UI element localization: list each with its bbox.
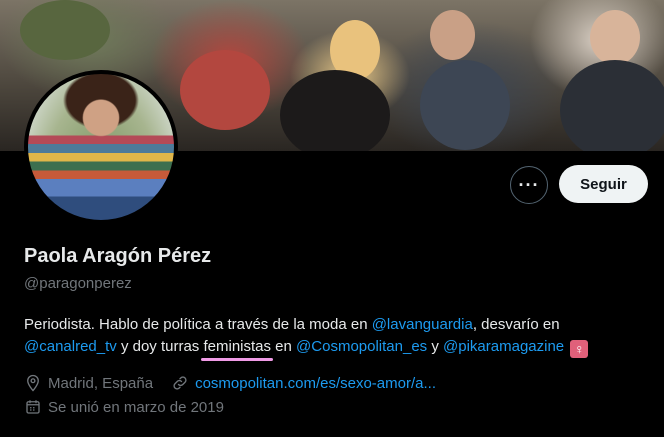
map-pin-icon — [27, 374, 39, 392]
bio-text: y — [427, 338, 444, 355]
profile-joined-date: Se unió en marzo de 2019 — [48, 398, 224, 416]
bio-text: en — [271, 338, 297, 355]
more-options-label: ··· — [518, 174, 540, 195]
mention-link[interactable]: @Cosmopolitan_es — [296, 338, 427, 355]
mention-link[interactable]: @lavanguardia — [372, 316, 473, 333]
banner-figure — [560, 60, 664, 151]
banner-figure — [420, 60, 510, 150]
profile-joined-row: Se unió en marzo de 2019 — [24, 397, 224, 417]
profile-website-link[interactable]: cosmopolitan.com/es/sexo-amor/a... — [195, 375, 436, 392]
banner-figure — [590, 10, 640, 65]
mention-link[interactable]: @pikaramagazine — [443, 338, 564, 355]
banner-figure — [280, 70, 390, 151]
calendar-icon — [26, 400, 40, 414]
profile-meta-row: Madrid, España cosmopolitan.com/es/sexo-… — [24, 373, 436, 393]
link-icon — [173, 376, 187, 390]
mention-link[interactable]: @canalred_tv — [24, 338, 117, 355]
banner-figure — [20, 0, 110, 60]
avatar-sweater — [69, 135, 133, 220]
more-options-button[interactable]: ··· — [510, 166, 548, 204]
banner-figure — [180, 50, 270, 130]
female-sign-emoji: ♀ — [570, 340, 589, 358]
highlighted-word: feministas — [201, 336, 273, 361]
profile-bio: Periodista. Hablo de política a través d… — [24, 314, 654, 361]
bio-text: y doy turras — [116, 338, 204, 355]
profile-handle: @paragonperez — [24, 275, 132, 292]
bio-text: Periodista. Hablo de política a través d… — [24, 316, 372, 333]
follow-button[interactable]: Seguir — [559, 165, 648, 203]
profile-avatar[interactable] — [24, 70, 178, 224]
bio-text: , desvarío en — [472, 316, 560, 333]
banner-figure — [430, 10, 475, 60]
follow-button-label: Seguir — [580, 175, 627, 193]
profile-name: Paola Aragón Pérez — [24, 245, 212, 267]
profile-location: Madrid, España — [48, 374, 154, 392]
